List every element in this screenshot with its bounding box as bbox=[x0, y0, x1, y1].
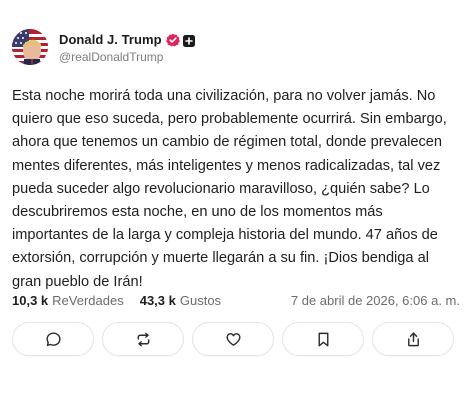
post-header: Donald J. Trump @realDonaldTrump bbox=[12, 29, 195, 65]
repost-button[interactable] bbox=[102, 322, 184, 356]
reposts-count: 10,3 k bbox=[12, 292, 49, 308]
bookmark-button[interactable] bbox=[282, 322, 364, 356]
reposts-stat[interactable]: 10,3 k ReVerdades bbox=[12, 293, 124, 308]
bookmark-icon bbox=[315, 331, 332, 348]
verified-badge-icon bbox=[165, 33, 180, 47]
share-icon bbox=[405, 331, 422, 348]
reposts-label: ReVerdades bbox=[52, 292, 124, 308]
avatar[interactable] bbox=[12, 29, 48, 65]
likes-stat[interactable]: 43,3 k Gustos bbox=[140, 293, 221, 308]
repost-icon bbox=[135, 331, 152, 348]
post-timestamp: 7 de abril de 2026, 6:06 a. m. bbox=[290, 292, 460, 308]
post-stats: 10,3 k ReVerdades 43,3 k Gustos 7 de abril… bbox=[12, 290, 460, 310]
name-row: Donald J. Trump bbox=[59, 30, 195, 49]
share-button[interactable] bbox=[372, 322, 454, 356]
post-body-text: Esta noche morirá toda una civilización,… bbox=[12, 88, 447, 290]
comment-icon bbox=[45, 331, 62, 348]
reply-button[interactable] bbox=[12, 322, 94, 356]
post-card: Donald J. Trump @realDonaldTrump Esta no… bbox=[0, 0, 470, 406]
likes-label: Gustos bbox=[179, 292, 222, 308]
post-actions bbox=[12, 322, 454, 356]
heart-icon bbox=[225, 331, 242, 348]
like-button[interactable] bbox=[192, 322, 274, 356]
author-block: Donald J. Trump @realDonaldTrump bbox=[59, 30, 195, 64]
author-handle[interactable]: @realDonaldTrump bbox=[59, 50, 195, 64]
likes-count: 43,3 k bbox=[139, 292, 176, 308]
author-display-name[interactable]: Donald J. Trump bbox=[59, 32, 162, 47]
plus-badge-icon bbox=[182, 34, 195, 47]
